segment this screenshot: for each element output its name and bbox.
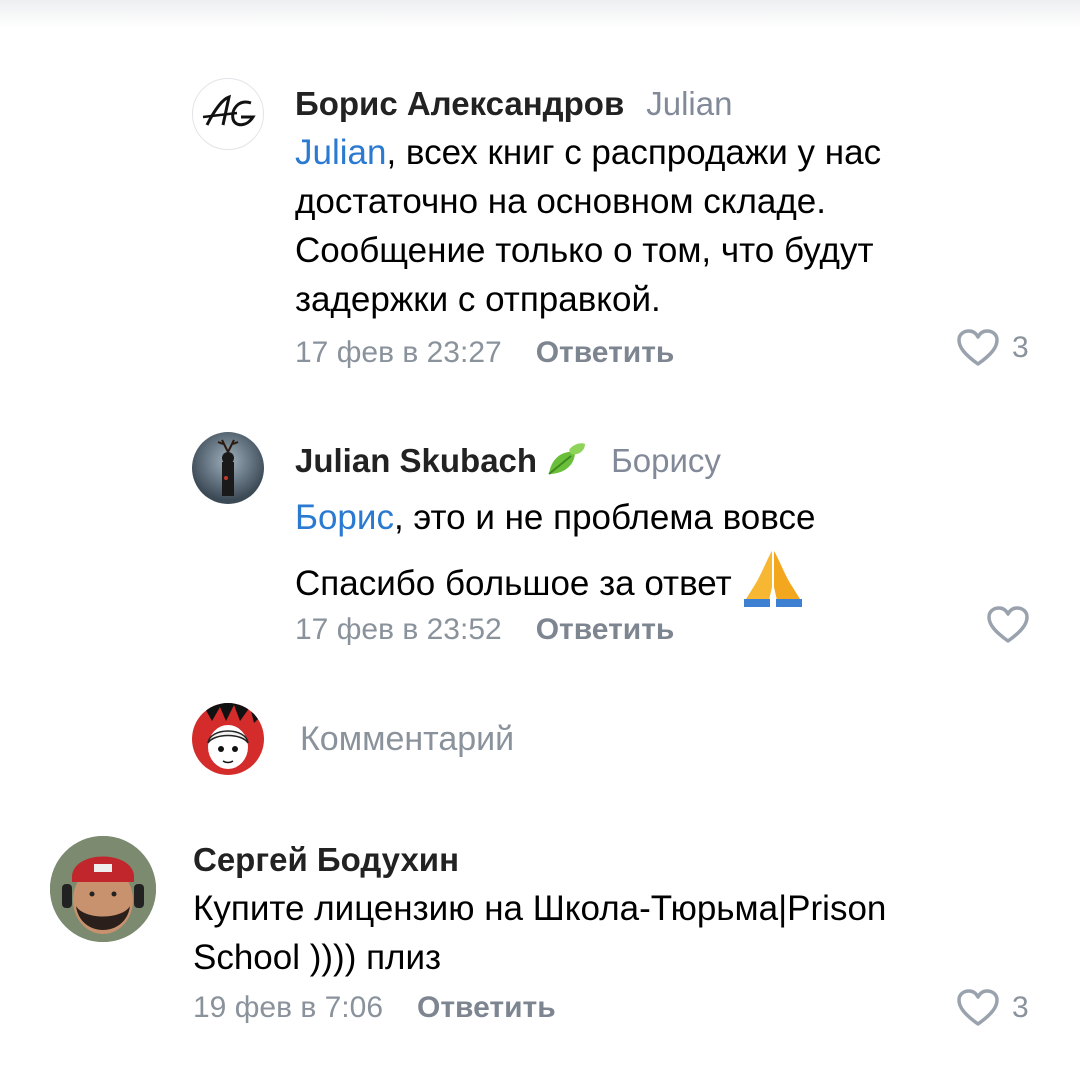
like-button[interactable] — [986, 605, 1030, 645]
comment-meta: 19 фев в 7:06 Ответить — [193, 990, 556, 1026]
comment-text-line: задержки с отправкой. — [295, 280, 661, 319]
comment-text-line: Купите лицензию на Школа-Тюрьма|Prison — [193, 889, 887, 928]
like-count: 3 — [1012, 991, 1029, 1024]
like-count: 3 — [1012, 331, 1029, 364]
mention-link[interactable]: Борис — [295, 498, 394, 537]
reply-button[interactable]: Ответить — [536, 336, 675, 369]
comment-text: Борис, это и не проблема вовсе Спасибо б… — [295, 488, 815, 613]
comment-header: Сергей Бодухин — [193, 840, 459, 880]
folded-hands-emoji — [743, 551, 802, 607]
like-button[interactable]: 3 — [956, 988, 1029, 1028]
comment-text: Купите лицензию на Школа-Тюрьма|Prison S… — [193, 884, 886, 982]
comment-text-line: достаточно на основном складе. — [295, 182, 826, 221]
current-user-avatar — [192, 703, 264, 775]
reply-to-name[interactable]: Борису — [611, 442, 721, 479]
comment-meta: 17 фев в 23:27 Ответить — [295, 335, 674, 371]
reply-to-name[interactable]: Julian — [646, 85, 732, 122]
comment-text: Julian, всех книг с распродажи у нас дос… — [295, 128, 881, 324]
timestamp: 17 фев в 23:52 — [295, 613, 502, 646]
comment-input[interactable]: Комментарий — [300, 720, 514, 759]
timestamp: 19 фев в 7:06 — [193, 991, 384, 1024]
comment-text-line: School )))) плиз — [193, 938, 442, 977]
comment-header: Julian Skubach Борису — [295, 440, 721, 481]
author-name[interactable]: Julian Skubach — [295, 442, 537, 479]
comment-text-line: , всех книг с распродажи у нас — [386, 133, 882, 172]
avatar[interactable] — [192, 78, 264, 150]
heart-icon — [957, 329, 999, 366]
avatar[interactable] — [50, 836, 156, 942]
avatar-antler-figure — [217, 439, 239, 496]
heart-icon — [987, 606, 1029, 643]
top-divider — [0, 0, 1080, 28]
comment-meta: 17 фев в 23:52 Ответить — [295, 612, 674, 648]
comment-text-line: Спасибо большое за ответ — [295, 564, 732, 603]
comment-text-line: , это и не проблема вовсе — [393, 498, 816, 537]
like-button[interactable]: 3 — [956, 328, 1029, 368]
avatar[interactable] — [192, 432, 264, 504]
mention-link[interactable]: Julian — [295, 133, 386, 172]
reply-button[interactable]: Ответить — [536, 613, 675, 646]
avatar-anime-girl — [202, 703, 264, 769]
comment-header: Борис Александров Julian — [295, 84, 732, 124]
avatar-ag-logo — [202, 94, 256, 127]
timestamp: 17 фев в 23:27 — [295, 336, 502, 369]
author-name[interactable]: Борис Александров — [295, 85, 624, 122]
heart-icon — [957, 989, 999, 1026]
reply-button[interactable]: Ответить — [417, 991, 556, 1024]
avatar-man-red-cap — [50, 836, 156, 942]
comment-text-line: Сообщение только о том, что будут — [295, 231, 874, 270]
author-name[interactable]: Сергей Бодухин — [193, 841, 459, 878]
leaf-emoji — [548, 443, 586, 475]
